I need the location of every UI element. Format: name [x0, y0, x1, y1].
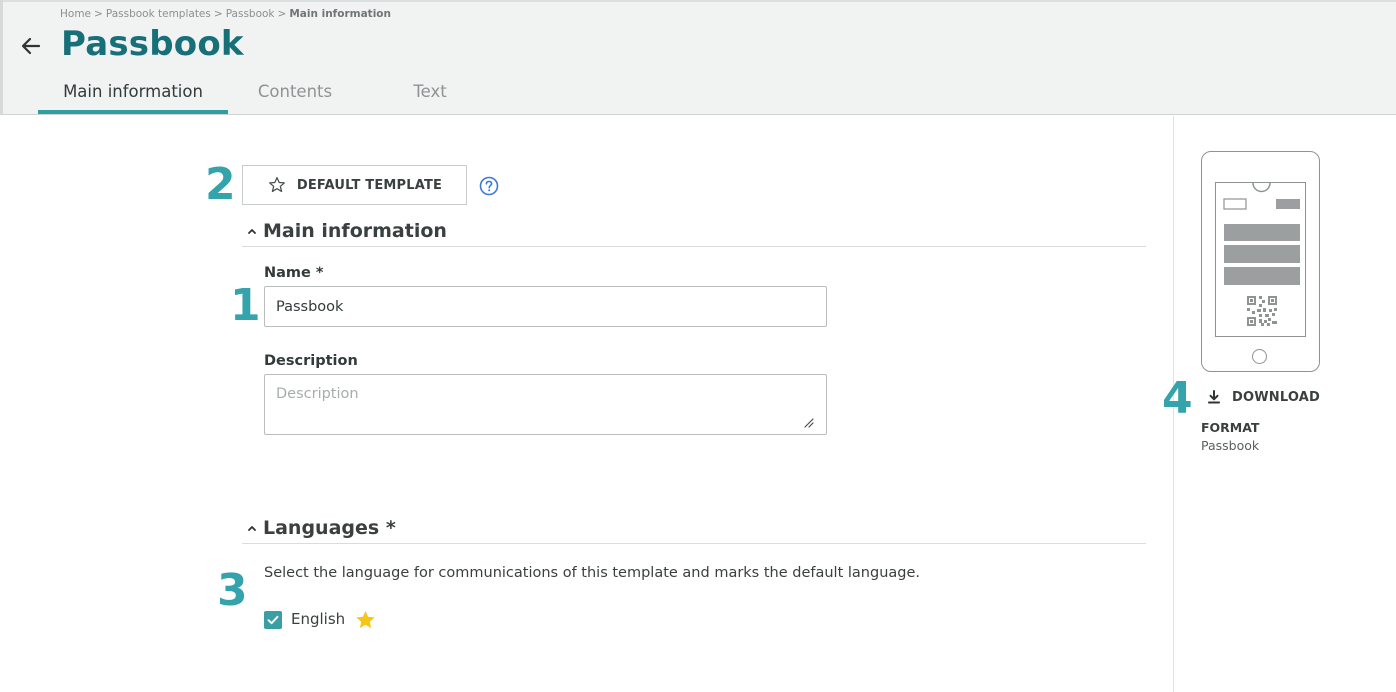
- step-number-4: 4: [1162, 373, 1193, 424]
- header-top-border: [3, 0, 1396, 2]
- question-circle-icon: [479, 176, 499, 196]
- phone-home-button: [1252, 349, 1267, 364]
- name-input[interactable]: [264, 286, 827, 327]
- languages-section-title: Languages *: [263, 516, 396, 539]
- tab-contents[interactable]: Contents: [234, 74, 356, 114]
- default-language-star-icon[interactable]: [354, 609, 377, 631]
- languages-section-header[interactable]: Languages *: [242, 512, 1146, 544]
- breadcrumb-item-home[interactable]: Home: [60, 8, 91, 20]
- help-button[interactable]: [479, 176, 499, 196]
- step-number-1: 1: [230, 280, 261, 331]
- star-outline-icon: [268, 177, 285, 193]
- arrow-left-icon: [21, 37, 41, 55]
- format-label: FORMAT: [1201, 420, 1260, 435]
- breadcrumb: Home > Passbook templates > Passbook > Main in…: [60, 8, 391, 20]
- back-button[interactable]: [18, 33, 44, 59]
- step-number-2: 2: [205, 159, 236, 210]
- name-field-label: Name *: [264, 265, 324, 281]
- tab-main-information[interactable]: Main information: [38, 74, 228, 114]
- passbook-preview-illustration: [1223, 182, 1300, 326]
- download-label: DOWNLOAD: [1232, 389, 1321, 405]
- passbook-preview-phone: [1201, 151, 1320, 372]
- default-template-button[interactable]: DEFAULT TEMPLATE: [242, 165, 467, 205]
- passbook-preview-screen: [1215, 182, 1306, 337]
- step-number-3: 3: [217, 565, 248, 616]
- format-value: Passbook: [1201, 438, 1260, 453]
- checkmark-icon: [267, 615, 279, 625]
- languages-description: Select the language for communications o…: [264, 565, 920, 581]
- page-title: Passbook: [61, 24, 244, 64]
- tab-text[interactable]: Text: [368, 74, 492, 114]
- language-label-english: English: [291, 610, 346, 628]
- description-textarea[interactable]: [264, 374, 827, 435]
- main-information-section-header[interactable]: Main information: [242, 215, 1146, 247]
- page-header: Home > Passbook templates > Passbook > Main in…: [0, 0, 1396, 115]
- breadcrumb-item-passbook-templates[interactable]: Passbook templates: [106, 8, 211, 20]
- main-information-section-title: Main information: [263, 219, 447, 242]
- breadcrumb-item-passbook[interactable]: Passbook: [226, 8, 275, 20]
- language-checkbox-english[interactable]: [264, 611, 282, 629]
- download-icon: [1208, 390, 1220, 404]
- description-field-label: Description: [264, 353, 358, 369]
- download-button[interactable]: DOWNLOAD: [1206, 386, 1320, 408]
- chevron-up-icon: [242, 522, 262, 534]
- breadcrumb-item-current: Main information: [289, 8, 391, 20]
- chevron-up-icon: [242, 225, 262, 237]
- default-template-label: DEFAULT TEMPLATE: [296, 177, 443, 193]
